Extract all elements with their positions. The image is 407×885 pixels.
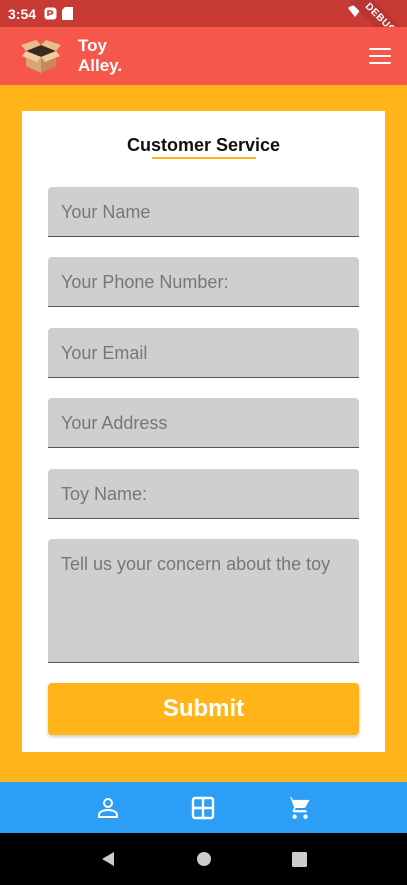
profile-nav-button[interactable] xyxy=(94,794,122,822)
address-field-placeholder: Your Address xyxy=(61,413,168,433)
concern-textarea[interactable]: Tell us your concern about the toy xyxy=(48,539,359,663)
home-icon[interactable] xyxy=(196,851,212,867)
sd-card-icon xyxy=(62,7,74,20)
submit-button[interactable]: Submit xyxy=(48,683,359,735)
grid-icon xyxy=(192,796,215,819)
phone-field[interactable]: Your Phone Number: xyxy=(48,257,359,307)
cart-nav-button[interactable] xyxy=(285,794,313,822)
address-field[interactable]: Your Address xyxy=(48,398,359,448)
customer-service-form: Customer Service Your Name Your Phone Nu… xyxy=(22,111,385,752)
person-icon xyxy=(97,797,118,818)
cart-icon xyxy=(287,796,310,819)
brand-line-1: Toy xyxy=(78,36,107,55)
toy-box-logo-icon xyxy=(21,40,61,73)
status-bar: 3:54 DEBUG xyxy=(0,0,407,65)
notification-app-icon xyxy=(44,7,57,20)
brand-line-2: Alley. xyxy=(78,56,123,75)
concern-textarea-placeholder: Tell us your concern about the toy xyxy=(61,554,331,574)
phone-field-placeholder: Your Phone Number: xyxy=(61,272,229,292)
name-field[interactable]: Your Name xyxy=(48,187,359,237)
bottom-navigation xyxy=(0,782,407,833)
title-underline xyxy=(152,157,256,159)
catalog-nav-button[interactable] xyxy=(189,794,217,822)
name-field-placeholder: Your Name xyxy=(61,202,151,222)
form-title: Customer Service xyxy=(126,135,281,155)
status-time: 3:54 xyxy=(8,5,37,22)
toy-name-field-placeholder: Toy Name: xyxy=(61,484,148,504)
system-navigation-bar xyxy=(0,833,407,885)
back-icon[interactable] xyxy=(100,851,116,867)
hamburger-menu-icon[interactable] xyxy=(369,45,391,67)
app-bar: Toy Alley. xyxy=(0,27,407,85)
email-field-placeholder: Your Email xyxy=(61,343,148,363)
toy-name-field[interactable]: Toy Name: xyxy=(48,469,359,519)
recents-icon[interactable] xyxy=(292,851,307,867)
status-notification-icons xyxy=(44,7,74,20)
brand-name[interactable]: Toy Alley. xyxy=(78,36,122,76)
email-field[interactable]: Your Email xyxy=(48,328,359,378)
